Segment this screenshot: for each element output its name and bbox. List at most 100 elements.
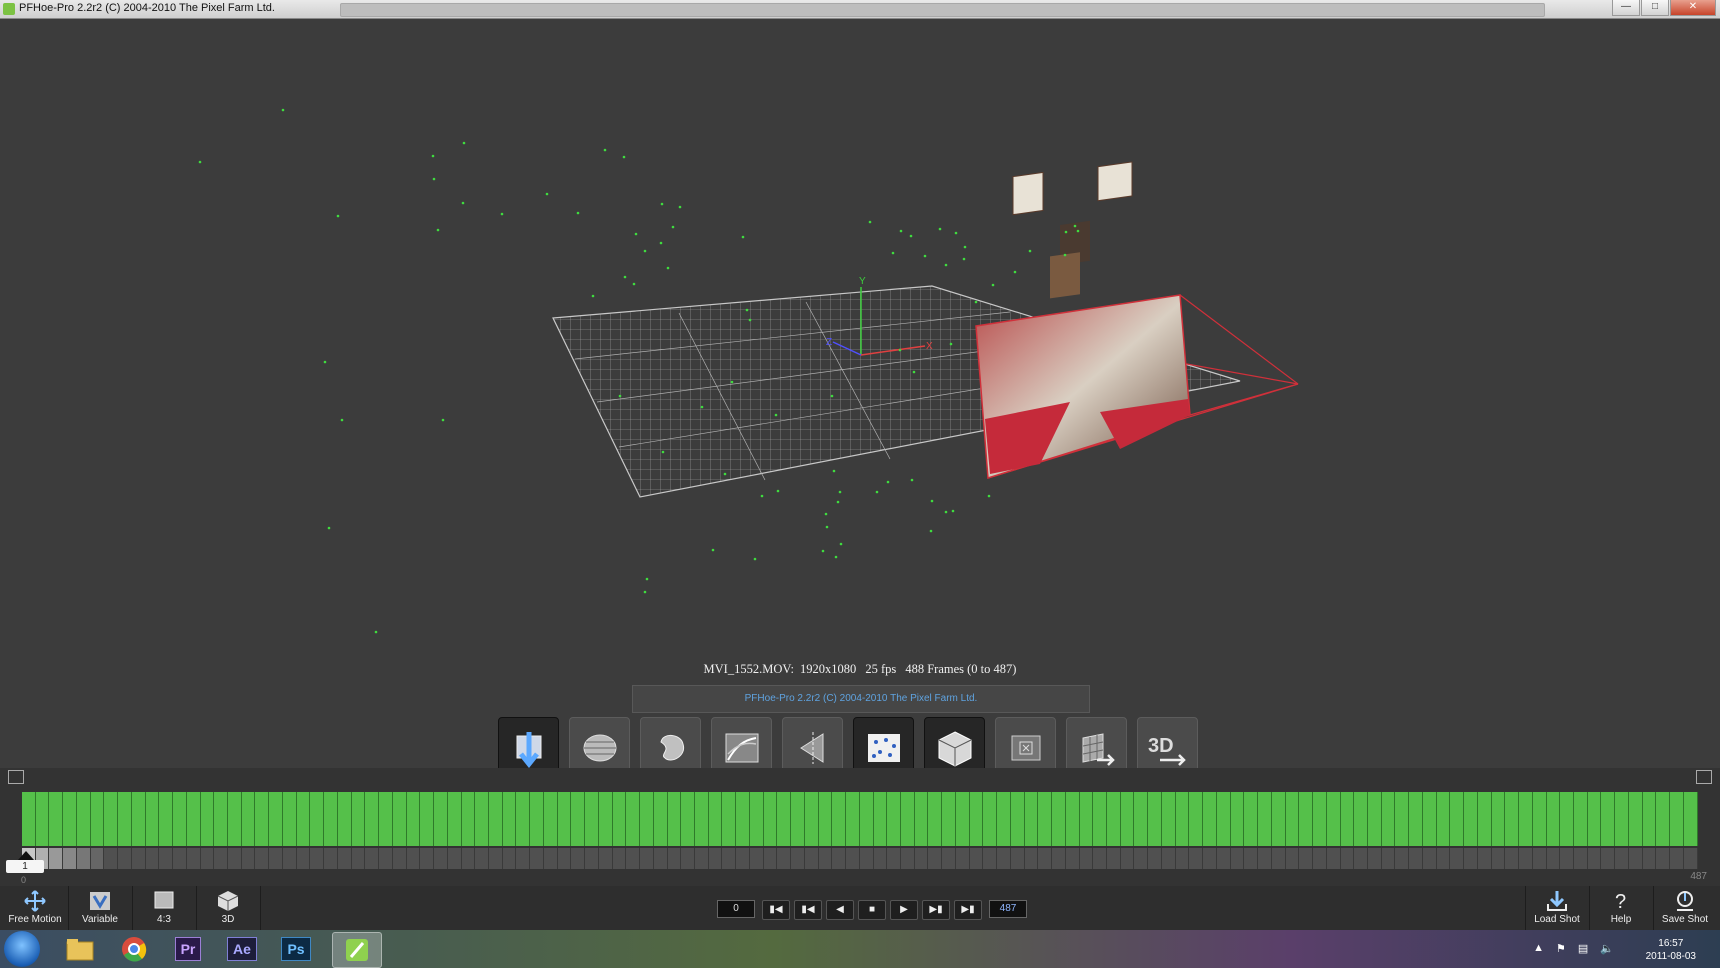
step-forward-button[interactable]: ▶▮: [922, 900, 950, 920]
frame-cell[interactable]: [1464, 792, 1478, 846]
frame-cell[interactable]: [1216, 792, 1231, 846]
timeline[interactable]: 1 0 487: [0, 768, 1720, 888]
frame-cell[interactable]: [516, 792, 531, 846]
taskbar-chrome[interactable]: [110, 932, 158, 966]
frame-cell[interactable]: [1107, 792, 1121, 846]
frame-cell[interactable]: [1134, 792, 1149, 846]
tray-expand-icon[interactable]: ▲: [1533, 942, 1544, 955]
frame-cell[interactable]: [1532, 792, 1547, 846]
start-button[interactable]: [4, 931, 40, 967]
frame-cell[interactable]: [1395, 792, 1410, 846]
current-frame-marker[interactable]: 1: [6, 851, 44, 873]
frame-cell[interactable]: [475, 792, 489, 846]
frame-cell[interactable]: [1175, 792, 1190, 846]
frame-cell[interactable]: [832, 792, 847, 846]
frame-cell[interactable]: [406, 792, 421, 846]
frame-cell[interactable]: [873, 792, 888, 846]
frame-cell[interactable]: [887, 792, 901, 846]
minimize-button[interactable]: —: [1612, 0, 1640, 16]
timeline-left-histogram-icon[interactable]: [8, 770, 24, 784]
frame-cell[interactable]: [447, 792, 462, 846]
timeline-right-histogram-icon[interactable]: [1696, 770, 1712, 784]
aspect-ratio-button[interactable]: 4:3: [134, 886, 194, 931]
frame-cell[interactable]: [1477, 792, 1492, 846]
frame-cell[interactable]: [1670, 792, 1684, 846]
frame-cell[interactable]: [1367, 792, 1382, 846]
volume-icon[interactable]: 🔈: [1600, 942, 1614, 955]
frame-cell[interactable]: [159, 792, 174, 846]
frame-cell[interactable]: [859, 792, 874, 846]
frame-cell[interactable]: [928, 792, 943, 846]
frame-cell[interactable]: [901, 792, 915, 846]
frame-cell[interactable]: [543, 792, 558, 846]
frame-cell[interactable]: [1285, 792, 1300, 846]
frame-cell[interactable]: [969, 792, 984, 846]
frame-cell[interactable]: [804, 792, 819, 846]
frame-cell[interactable]: [694, 792, 709, 846]
frame-cell[interactable]: [63, 792, 77, 846]
go-to-first-button[interactable]: ▮◀: [762, 900, 790, 920]
frame-cell[interactable]: [1519, 792, 1533, 846]
step-back-button[interactable]: ▮◀: [794, 900, 822, 920]
frame-cell[interactable]: [76, 792, 91, 846]
frame-cell[interactable]: [1642, 792, 1657, 846]
frame-cell[interactable]: [1010, 792, 1025, 846]
frame-cell[interactable]: [1615, 792, 1629, 846]
frame-cell[interactable]: [35, 792, 50, 846]
frame-cell[interactable]: [681, 792, 695, 846]
maximize-button[interactable]: □: [1641, 0, 1669, 16]
frame-cell[interactable]: [104, 792, 119, 846]
frame-cell[interactable]: [324, 792, 338, 846]
frame-cell[interactable]: [1271, 792, 1286, 846]
frame-cell[interactable]: [749, 792, 764, 846]
frame-cell[interactable]: [186, 792, 201, 846]
frame-cell[interactable]: [1601, 792, 1616, 846]
close-button[interactable]: ✕: [1670, 0, 1716, 16]
frame-cell[interactable]: [1120, 792, 1135, 846]
frame-cell[interactable]: [1546, 792, 1561, 846]
frame-cell[interactable]: [983, 792, 998, 846]
frame-cell[interactable]: [1244, 792, 1259, 846]
frame-cell[interactable]: [1230, 792, 1245, 846]
variable-button[interactable]: Variable: [70, 886, 130, 931]
frame-cell[interactable]: [626, 792, 641, 846]
frame-cell[interactable]: [337, 792, 352, 846]
start-frame-field[interactable]: 0: [717, 900, 755, 918]
frame-cell[interactable]: [763, 792, 778, 846]
frame-cell[interactable]: [214, 792, 229, 846]
system-clock[interactable]: 16:57 2011-08-03: [1646, 937, 1696, 963]
taskbar-explorer[interactable]: [56, 932, 104, 966]
save-shot-button[interactable]: Save Shot: [1655, 886, 1715, 931]
frame-cell[interactable]: [722, 792, 737, 846]
frame-cell[interactable]: [557, 792, 572, 846]
frame-cell[interactable]: [22, 792, 36, 846]
frame-cell[interactable]: [1683, 792, 1698, 846]
frame-cell[interactable]: [282, 792, 297, 846]
frame-cell[interactable]: [488, 792, 503, 846]
frame-cell[interactable]: [1436, 792, 1451, 846]
frame-cell[interactable]: [955, 792, 970, 846]
frame-cell[interactable]: [653, 792, 668, 846]
frame-cell[interactable]: [997, 792, 1011, 846]
frame-cache-strip[interactable]: [22, 848, 1698, 869]
window-titlebar[interactable]: PFHoe-Pro 2.2r2 (C) 2004-2010 The Pixel …: [0, 0, 1720, 19]
taskbar-photoshop[interactable]: Ps: [272, 932, 320, 966]
free-motion-button[interactable]: Free Motion: [5, 886, 65, 931]
frame-cell[interactable]: [914, 792, 929, 846]
frame-cell[interactable]: [1161, 792, 1176, 846]
frame-cell[interactable]: [1560, 792, 1574, 846]
frame-cell[interactable]: [1381, 792, 1396, 846]
frame-cell[interactable]: [1313, 792, 1327, 846]
frame-cell[interactable]: [241, 792, 256, 846]
end-frame-field[interactable]: 487: [989, 900, 1027, 918]
frame-cell[interactable]: [420, 792, 435, 846]
frame-cell[interactable]: [530, 792, 544, 846]
frame-cell[interactable]: [131, 792, 146, 846]
frame-cell[interactable]: [1065, 792, 1080, 846]
frame-cell[interactable]: [708, 792, 723, 846]
taskbar-pfhoe[interactable]: [332, 932, 382, 968]
frame-cell[interactable]: [1038, 792, 1053, 846]
frame-cell[interactable]: [269, 792, 283, 846]
frame-cell[interactable]: [118, 792, 132, 846]
frame-cell[interactable]: [200, 792, 215, 846]
